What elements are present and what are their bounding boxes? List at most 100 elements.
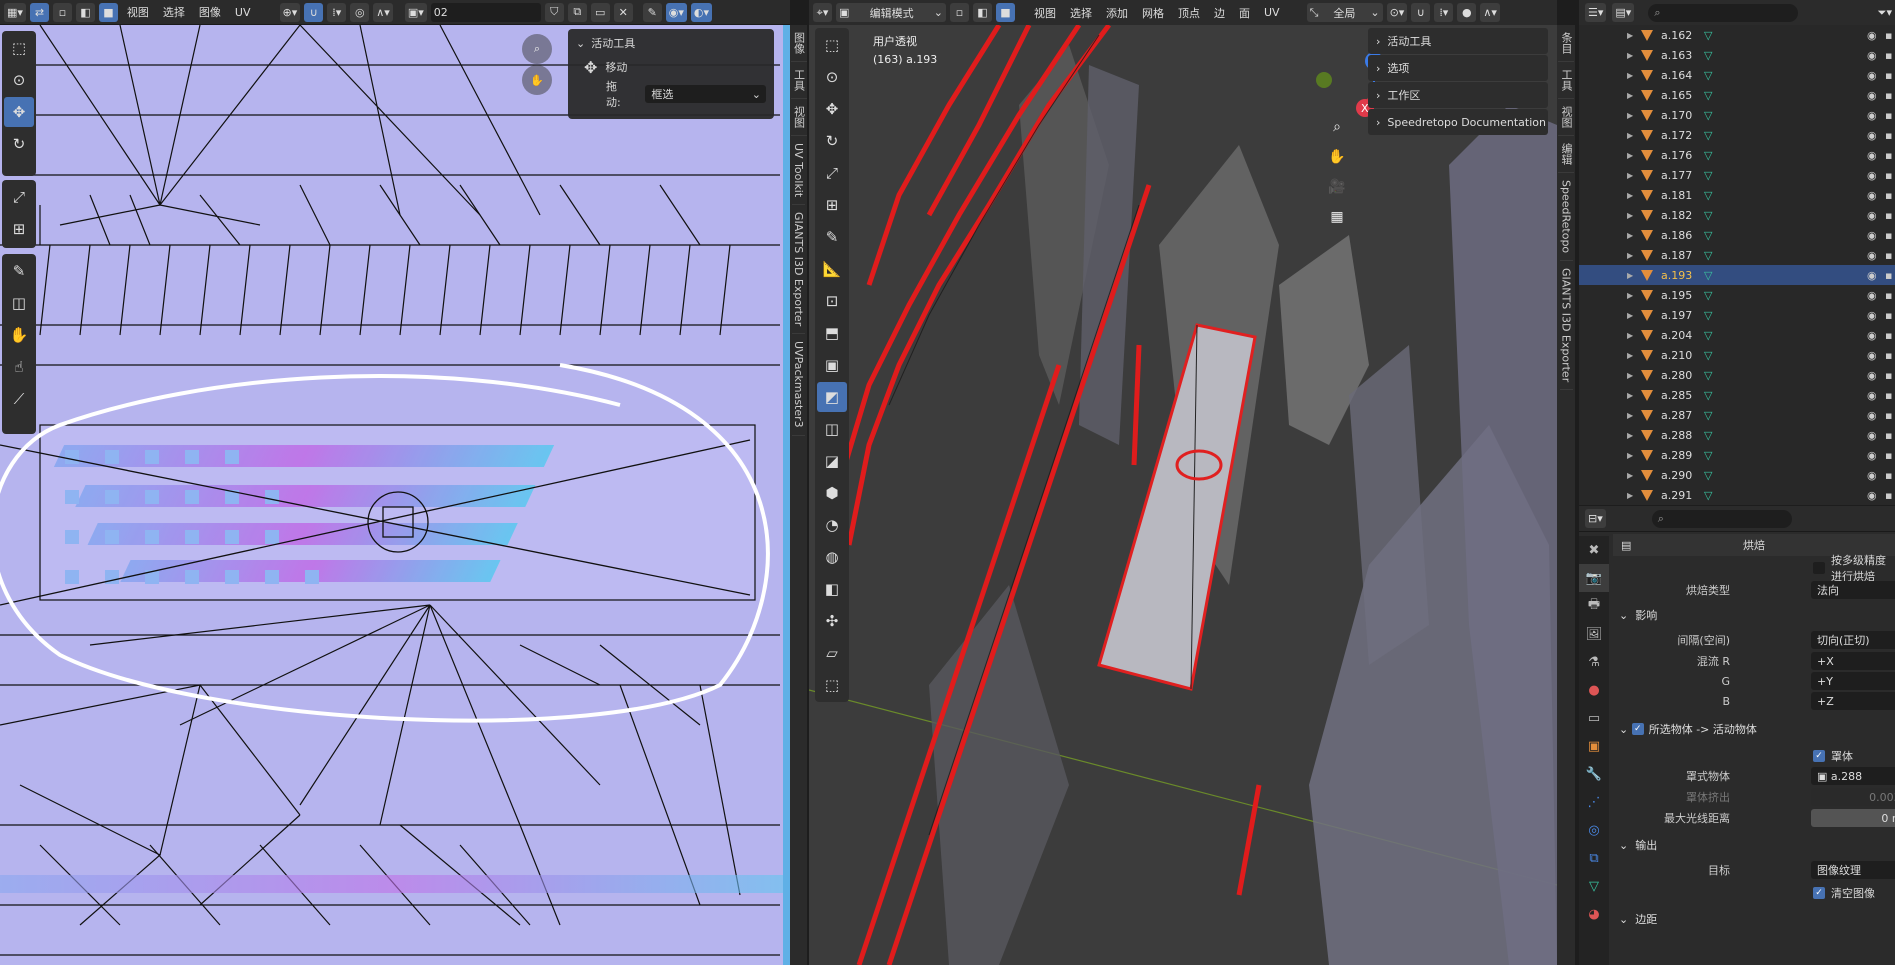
cursor-icon[interactable]: ⊙: [4, 65, 34, 95]
camera-icon[interactable]: ▪: [1885, 29, 1892, 42]
bake-type-select[interactable]: 法向: [1811, 581, 1895, 599]
tab-tool[interactable]: 工具: [1558, 62, 1574, 99]
expand-arrow-icon[interactable]: ▶: [1627, 471, 1633, 480]
edge-select-icon[interactable]: ◧: [973, 3, 992, 22]
swizzle-b-select[interactable]: +Z: [1811, 692, 1895, 710]
camera-icon[interactable]: ▪: [1885, 349, 1892, 362]
add-cube-icon[interactable]: ⊡: [817, 286, 847, 316]
uv-menu-uv[interactable]: UV: [230, 6, 256, 19]
expand-arrow-icon[interactable]: ▶: [1627, 171, 1633, 180]
pivot-icon[interactable]: ⊕▾: [279, 2, 301, 22]
image-browse-icon[interactable]: ▣▾: [404, 2, 427, 22]
tab-speedretopo[interactable]: SpeedRetopo: [1559, 173, 1573, 262]
view-layer-icon[interactable]: 🖼: [1579, 620, 1609, 648]
camera-icon[interactable]: ▪: [1885, 269, 1892, 282]
camera-icon[interactable]: ▪: [1885, 249, 1892, 262]
uv-sync-icon[interactable]: ⇄: [29, 2, 49, 22]
uv-canvas[interactable]: [0, 25, 790, 965]
eye-icon[interactable]: ◉: [1867, 149, 1877, 162]
eye-icon[interactable]: ◉: [1867, 109, 1877, 122]
eye-icon[interactable]: ◉: [1867, 89, 1877, 102]
expand-arrow-icon[interactable]: ▶: [1627, 431, 1633, 440]
scene-icon[interactable]: ⚗: [1579, 648, 1609, 676]
output-section[interactable]: ⌄ 输出: [1619, 834, 1895, 856]
cage-object-field[interactable]: ▣ a.288 ✕: [1811, 767, 1895, 785]
eye-icon[interactable]: ◉: [1867, 169, 1877, 182]
expand-arrow-icon[interactable]: ▶: [1627, 191, 1633, 200]
camera-icon[interactable]: ▪: [1885, 469, 1892, 482]
camera-icon[interactable]: ▪: [1885, 369, 1892, 382]
expand-arrow-icon[interactable]: ▶: [1627, 111, 1633, 120]
tab-tool[interactable]: 工具: [790, 62, 807, 99]
display-icon[interactable]: ◐▾: [690, 2, 712, 22]
drag-select[interactable]: 框选 ⌄: [645, 85, 766, 103]
eye-icon[interactable]: ◉: [1867, 249, 1877, 262]
expand-arrow-icon[interactable]: ▶: [1627, 311, 1633, 320]
eye-icon[interactable]: ◉: [1867, 369, 1877, 382]
eye-icon[interactable]: ◉: [1867, 49, 1877, 62]
npanel-active-tool[interactable]: › 活动工具: [1368, 28, 1548, 54]
clear-image-checkbox[interactable]: ✓: [1813, 887, 1825, 899]
expand-arrow-icon[interactable]: ▶: [1627, 331, 1633, 340]
expand-arrow-icon[interactable]: ▶: [1627, 211, 1633, 220]
outliner-row[interactable]: ▶ a.176 ▽ ◉ ▪: [1579, 145, 1895, 165]
camera-icon[interactable]: ▪: [1885, 89, 1892, 102]
camera-icon[interactable]: ▪: [1885, 169, 1892, 182]
outliner-row[interactable]: ▶ a.163 ▽ ◉ ▪: [1579, 45, 1895, 65]
outliner-row[interactable]: ▶ a.181 ▽ ◉ ▪: [1579, 185, 1895, 205]
tab-view[interactable]: 视图: [790, 99, 807, 136]
camera-icon[interactable]: ▪: [1885, 69, 1892, 82]
outliner-row[interactable]: ▶ a.172 ▽ ◉ ▪: [1579, 125, 1895, 145]
eye-icon[interactable]: ◉: [1867, 469, 1877, 482]
npanel-speedretopo-docs[interactable]: › Speedretopo Documentation: [1368, 109, 1548, 135]
eye-icon[interactable]: ◉: [1867, 69, 1877, 82]
outliner-row[interactable]: ▶ a.165 ▽ ◉ ▪: [1579, 85, 1895, 105]
transform-icon[interactable]: ⊞: [817, 190, 847, 220]
npanel-workspace[interactable]: › 工作区: [1368, 82, 1548, 108]
expand-arrow-icon[interactable]: ▶: [1627, 291, 1633, 300]
modifier-icon[interactable]: 🔧: [1579, 760, 1609, 788]
vertex-select-icon[interactable]: ▫: [52, 2, 72, 22]
expand-arrow-icon[interactable]: ▶: [1627, 71, 1633, 80]
pin-icon[interactable]: ✎: [642, 2, 662, 22]
orientation-select[interactable]: ⤡ 全局 ⌄: [1306, 3, 1383, 22]
tab-giants-exporter[interactable]: GIANTS I3D Exporter: [1559, 261, 1573, 391]
outliner-row[interactable]: ▶ a.170 ▽ ◉ ▪: [1579, 105, 1895, 125]
outliner-row[interactable]: ▶ a.186 ▽ ◉ ▪: [1579, 225, 1895, 245]
expand-arrow-icon[interactable]: ▶: [1627, 131, 1633, 140]
expand-arrow-icon[interactable]: ▶: [1627, 411, 1633, 420]
rotate-icon[interactable]: ↻: [817, 126, 847, 156]
camera-icon[interactable]: ▪: [1885, 229, 1892, 242]
outliner-row[interactable]: ▶ a.177 ▽ ◉ ▪: [1579, 165, 1895, 185]
relax-icon[interactable]: ☝: [4, 352, 34, 382]
eye-icon[interactable]: ◉: [1867, 129, 1877, 142]
space-select[interactable]: 切向(正切): [1811, 631, 1895, 649]
snap-grid-icon[interactable]: ⁞▾: [327, 2, 347, 22]
camera-icon[interactable]: ▪: [1885, 49, 1892, 62]
eye-icon[interactable]: ◉: [1867, 309, 1877, 322]
tab-image[interactable]: 图像: [790, 25, 807, 62]
vp-menu-face[interactable]: 面: [1234, 5, 1255, 21]
perspective-grid-icon[interactable]: ▦: [1323, 203, 1351, 231]
pinch-icon[interactable]: ⟋: [4, 384, 34, 414]
vp-menu-vertex[interactable]: 顶点: [1173, 5, 1205, 21]
eye-icon[interactable]: ◉: [1867, 409, 1877, 422]
camera-icon[interactable]: ▪: [1885, 189, 1892, 202]
expand-arrow-icon[interactable]: ▶: [1627, 51, 1633, 60]
tab-item[interactable]: 条目: [1558, 25, 1574, 62]
eye-icon[interactable]: ◉: [1867, 389, 1877, 402]
editor-type-icon[interactable]: ⌖▾: [813, 3, 832, 22]
camera-icon[interactable]: ▪: [1885, 289, 1892, 302]
uv-menu-image[interactable]: 图像: [194, 4, 226, 20]
new-image-icon[interactable]: ⧉: [567, 2, 587, 22]
measure-icon[interactable]: 📐: [817, 254, 847, 284]
vp-menu-add[interactable]: 添加: [1101, 5, 1133, 21]
tool-icon[interactable]: ✖: [1579, 536, 1609, 564]
outliner-row[interactable]: ▶ a.187 ▽ ◉ ▪: [1579, 245, 1895, 265]
vp-menu-mesh[interactable]: 网格: [1137, 5, 1169, 21]
tab-edit[interactable]: 编辑: [1558, 136, 1574, 173]
camera-icon[interactable]: ▪: [1885, 309, 1892, 322]
fake-user-icon[interactable]: ⛉: [544, 2, 564, 22]
mesh-data-icon[interactable]: ▽: [1579, 872, 1609, 900]
poly-build-icon[interactable]: ⬢: [817, 478, 847, 508]
